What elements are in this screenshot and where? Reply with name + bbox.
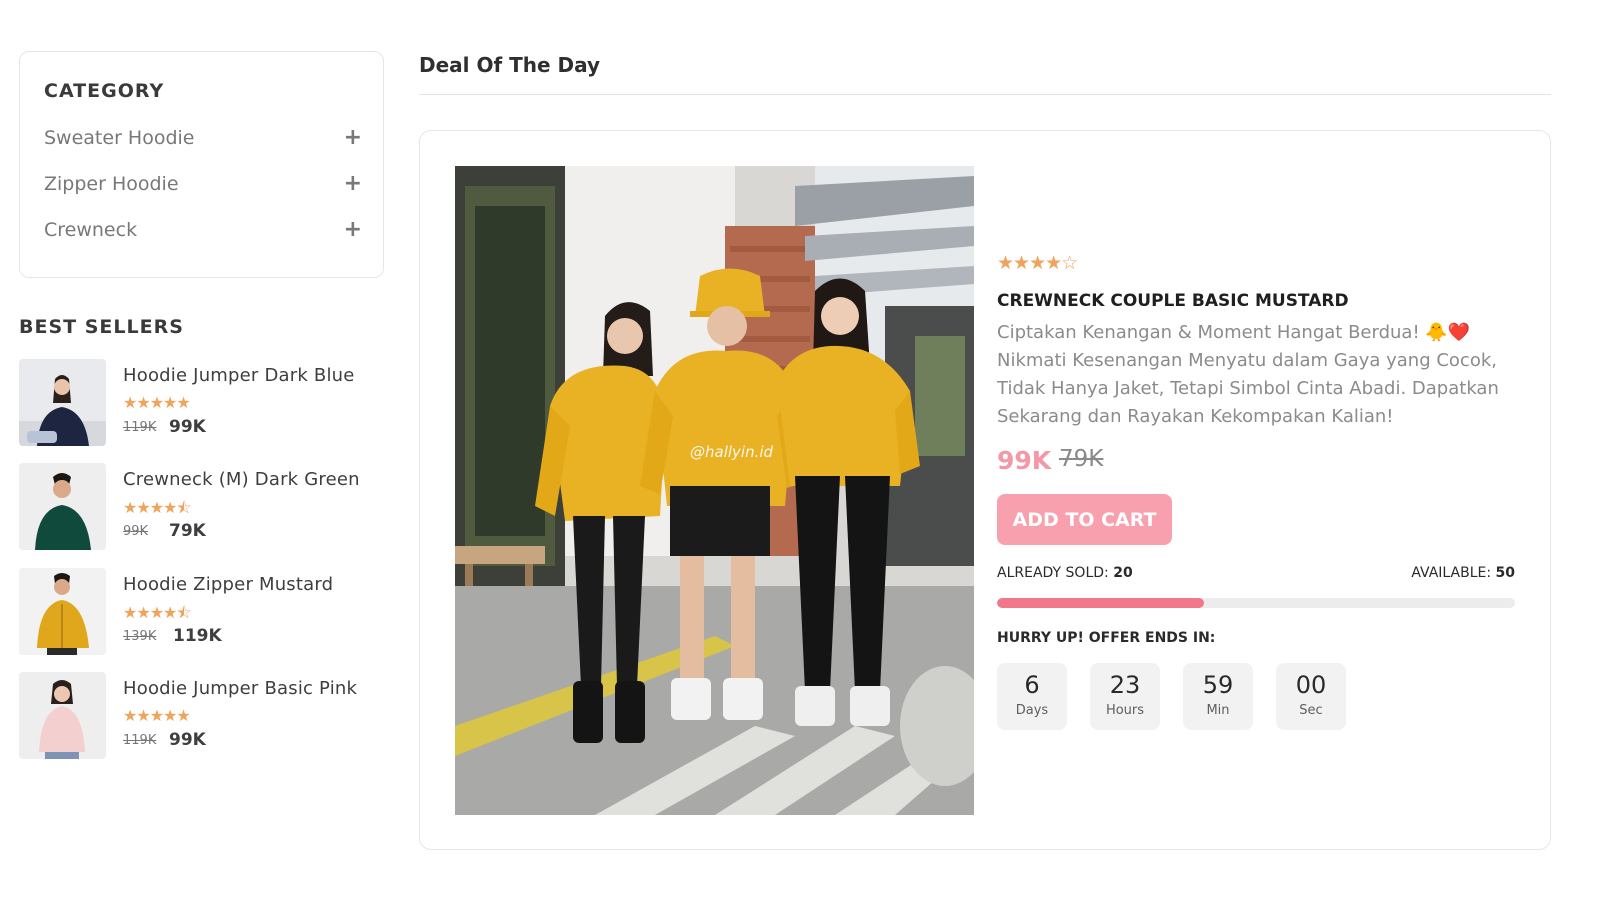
best-sellers-heading: BEST SELLERS	[19, 316, 184, 338]
price: 99K	[169, 730, 206, 750]
available: AVAILABLE: 50	[1411, 565, 1515, 581]
countdown-value: 00	[1295, 671, 1327, 699]
countdown-unit: Hours	[1105, 703, 1145, 718]
image-watermark: @hallyin.id	[690, 443, 774, 461]
price: 119K	[173, 626, 222, 646]
countdown-unit: Min	[1206, 703, 1230, 718]
deal-section-title: Deal Of The Day	[419, 53, 601, 77]
already-sold: ALREADY SOLD: 20	[997, 565, 1133, 581]
section-divider	[419, 94, 1551, 95]
product-thumbnail[interactable]	[19, 568, 106, 655]
countdown-value: 23	[1109, 671, 1141, 699]
deal-product-name[interactable]: CREWNECK COUPLE BASIC MUSTARD	[997, 291, 1349, 311]
add-to-cart-button[interactable]: ADD TO CART	[997, 494, 1172, 545]
category-item-label: Crewneck	[44, 219, 138, 241]
countdown-days: 6 Days	[997, 663, 1067, 730]
deal-old-price: 79K	[1059, 446, 1104, 472]
best-seller-item[interactable]: Crewneck (M) Dark Green ★★★★⯪ 99K 79K	[19, 463, 384, 551]
product-thumbnail[interactable]	[19, 463, 106, 550]
category-item-crewneck[interactable]: Crewneck +	[44, 215, 362, 245]
deal-price: 99K	[997, 446, 1052, 475]
countdown-minutes: 59 Min	[1183, 663, 1253, 730]
stock-info: ALREADY SOLD: 20 AVAILABLE: 50	[997, 565, 1515, 585]
sold-progress-bar	[997, 598, 1515, 608]
price: 99K	[169, 417, 206, 437]
sold-progress-fill	[997, 598, 1205, 608]
countdown-seconds: 00 Sec	[1276, 663, 1346, 730]
sold-value: 20	[1113, 565, 1133, 581]
offer-ends-label: HURRY UP! OFFER ENDS IN:	[997, 630, 1216, 646]
product-name[interactable]: Hoodie Jumper Basic Pink	[123, 678, 357, 699]
available-value: 50	[1495, 565, 1515, 581]
countdown-unit: Days	[1015, 703, 1049, 718]
old-price: 139K	[123, 629, 157, 644]
deal-rating-stars: ★★★★☆	[997, 252, 1078, 274]
countdown-value: 6	[1024, 671, 1040, 699]
product-name[interactable]: Hoodie Zipper Mustard	[123, 574, 333, 595]
product-name[interactable]: Crewneck (M) Dark Green	[123, 469, 360, 490]
rating-stars: ★★★★★	[123, 706, 191, 725]
category-panel: CATEGORY Sweater Hoodie + Zipper Hoodie …	[19, 51, 384, 278]
deal-description-rest: Nikmati Kesenangan Menyatu dalam Gaya ya…	[997, 350, 1499, 427]
deal-description-line1: Ciptakan Kenangan & Moment Hangat Berdua…	[997, 322, 1471, 343]
available-label: AVAILABLE:	[1411, 565, 1492, 581]
category-item-zipper-hoodie[interactable]: Zipper Hoodie +	[44, 169, 362, 199]
product-thumbnail[interactable]	[19, 359, 106, 446]
best-seller-item[interactable]: Hoodie Zipper Mustard ★★★★⯪ 139K 119K	[19, 568, 384, 656]
countdown-hours: 23 Hours	[1090, 663, 1160, 730]
countdown-unit: Sec	[1299, 703, 1323, 718]
sold-label: ALREADY SOLD:	[997, 565, 1109, 581]
rating-stars: ★★★★★	[123, 393, 191, 412]
deal-product-image[interactable]: @hallyin.id	[455, 166, 974, 815]
price: 79K	[169, 521, 206, 541]
plus-icon[interactable]: +	[344, 173, 362, 195]
rating-stars: ★★★★⯪	[123, 498, 192, 517]
rating-stars: ★★★★⯪	[123, 603, 192, 622]
old-price: 119K	[123, 733, 157, 748]
best-seller-item[interactable]: Hoodie Jumper Dark Blue ★★★★★ 119K 99K	[19, 359, 384, 447]
plus-icon[interactable]: +	[344, 127, 362, 149]
plus-icon[interactable]: +	[344, 219, 362, 241]
deal-card: @hallyin.id ★★★★☆ CREWNECK COUPLE BASIC …	[419, 130, 1551, 850]
product-name[interactable]: Hoodie Jumper Dark Blue	[123, 365, 355, 386]
category-item-sweater-hoodie[interactable]: Sweater Hoodie +	[44, 123, 362, 153]
category-item-label: Zipper Hoodie	[44, 173, 179, 195]
category-heading: CATEGORY	[44, 80, 165, 102]
best-seller-item[interactable]: Hoodie Jumper Basic Pink ★★★★★ 119K 99K	[19, 672, 384, 760]
old-price: 99K	[123, 524, 149, 539]
countdown-value: 59	[1202, 671, 1234, 699]
deal-description: Ciptakan Kenangan & Moment Hangat Berdua…	[997, 319, 1537, 431]
category-item-label: Sweater Hoodie	[44, 127, 195, 149]
product-thumbnail[interactable]	[19, 672, 106, 759]
old-price: 119K	[123, 420, 157, 435]
